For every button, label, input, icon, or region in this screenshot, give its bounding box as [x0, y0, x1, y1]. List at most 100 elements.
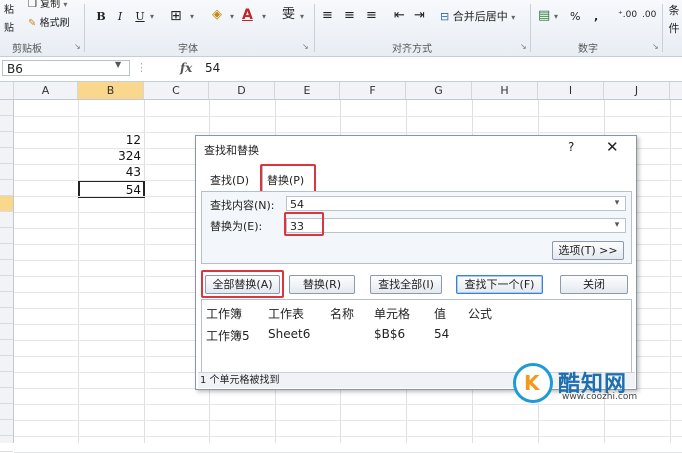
- cell-b5[interactable]: 43: [79, 164, 143, 180]
- align-center-icon[interactable]: ≡: [344, 7, 355, 25]
- row-header[interactable]: [0, 388, 13, 404]
- fill-color-icon[interactable]: ◈: [212, 6, 222, 24]
- format-painter-button[interactable]: ✎ 格式刷: [28, 15, 70, 33]
- row-header[interactable]: [0, 276, 13, 292]
- results-header-workbook[interactable]: 工作簿: [206, 305, 242, 322]
- font-color-icon[interactable]: A: [242, 6, 253, 24]
- paste-button[interactable]: 粘贴: [0, 2, 18, 34]
- row-header[interactable]: [0, 340, 13, 356]
- watermark-url: www.coozhi.com: [562, 392, 638, 402]
- number-launcher-icon[interactable]: ↘: [652, 42, 659, 51]
- row-header[interactable]: [0, 164, 13, 180]
- brush-icon: ✎: [28, 18, 37, 29]
- select-all-corner[interactable]: [0, 82, 14, 99]
- border-icon[interactable]: ⊞: [170, 7, 182, 25]
- align-left-icon[interactable]: ≡: [322, 7, 333, 25]
- font-color-dropdown-icon[interactable]: ▾: [262, 8, 266, 26]
- find-all-button[interactable]: 查找全部(I): [370, 275, 442, 294]
- replace-input[interactable]: 33: [286, 218, 626, 233]
- row-header[interactable]: [0, 324, 13, 340]
- row-header[interactable]: [0, 116, 13, 132]
- results-header-name[interactable]: 名称: [330, 305, 354, 322]
- cell-b4[interactable]: 324: [79, 148, 143, 164]
- column-header-f[interactable]: F: [340, 82, 406, 99]
- row-header[interactable]: [0, 228, 13, 244]
- number-group-label: 数字: [578, 44, 598, 55]
- decrease-decimal-icon[interactable]: .00: [642, 6, 656, 24]
- results-header-sheet[interactable]: 工作表: [268, 305, 304, 322]
- row-header[interactable]: [0, 148, 13, 164]
- currency-icon[interactable]: ▤: [538, 7, 550, 25]
- find-dropdown-icon[interactable]: ▾: [610, 196, 624, 211]
- row-header[interactable]: [0, 212, 13, 228]
- underline-button[interactable]: U: [134, 8, 146, 26]
- gridline: [670, 100, 671, 443]
- cell-b3[interactable]: 12: [79, 132, 143, 148]
- row-header[interactable]: [0, 292, 13, 308]
- formula-bar-grip: ⋮: [136, 61, 147, 74]
- results-header-formula[interactable]: 公式: [468, 305, 492, 322]
- merge-center-button[interactable]: ⊟ 合并后居中 ▾: [440, 8, 515, 26]
- highlight-box: [284, 212, 324, 236]
- row-header[interactable]: [0, 244, 13, 260]
- formula-input[interactable]: 54: [205, 60, 220, 76]
- bold-button[interactable]: B: [94, 8, 108, 26]
- row-header[interactable]: [0, 100, 13, 116]
- results-header-value[interactable]: 值: [434, 305, 446, 322]
- find-input[interactable]: 54: [286, 196, 626, 211]
- merge-icon: ⊟: [440, 10, 450, 23]
- phonetic-icon[interactable]: 雯: [282, 6, 295, 24]
- row-header[interactable]: [0, 132, 13, 148]
- fill-dropdown-icon[interactable]: ▾: [230, 8, 234, 26]
- row-header[interactable]: [0, 372, 13, 388]
- options-button[interactable]: 选项(T) >>: [552, 241, 624, 260]
- comma-button[interactable]: ,: [594, 8, 598, 26]
- replace-button[interactable]: 替换(R): [289, 275, 355, 294]
- border-dropdown-icon[interactable]: ▾: [190, 8, 194, 26]
- clipboard-launcher-icon[interactable]: ↘: [74, 42, 81, 51]
- percent-button[interactable]: %: [570, 8, 580, 26]
- column-header-h[interactable]: H: [472, 82, 538, 99]
- results-header-cell[interactable]: 单元格: [374, 305, 410, 322]
- close-button[interactable]: 关闭: [560, 275, 628, 294]
- row-header[interactable]: [0, 308, 13, 324]
- clipboard-group-label: 剪贴板: [12, 44, 42, 55]
- column-header-j[interactable]: J: [604, 82, 670, 99]
- column-header-c[interactable]: C: [144, 82, 209, 99]
- phonetic-dropdown-icon[interactable]: ▾: [300, 8, 304, 26]
- column-header-e[interactable]: E: [275, 82, 340, 99]
- row-header[interactable]: [0, 196, 13, 212]
- underline-dropdown-icon[interactable]: ▾: [150, 8, 154, 26]
- alignment-launcher-icon[interactable]: ↘: [520, 42, 527, 51]
- ribbon-divider: [84, 4, 85, 52]
- row-header[interactable]: [0, 180, 13, 196]
- currency-dropdown-icon[interactable]: ▾: [554, 8, 558, 26]
- column-header-d[interactable]: D: [209, 82, 275, 99]
- font-launcher-icon[interactable]: ↘: [302, 42, 309, 51]
- align-right-icon[interactable]: ≡: [366, 7, 377, 25]
- fx-icon[interactable]: fx: [180, 61, 192, 75]
- help-icon[interactable]: ?: [568, 140, 574, 154]
- row-header[interactable]: [0, 404, 13, 420]
- highlight-box: [201, 270, 284, 298]
- row-header[interactable]: [0, 420, 13, 436]
- italic-button[interactable]: I: [114, 8, 126, 26]
- increase-decimal-icon[interactable]: ⁺.00: [618, 6, 637, 24]
- copy-button[interactable]: ❐ 复制 ▾: [28, 0, 67, 14]
- conditional-format-button[interactable]: 条件: [666, 2, 682, 35]
- decrease-indent-icon[interactable]: ⇤: [394, 7, 405, 25]
- name-box[interactable]: B6: [2, 60, 130, 76]
- column-header-g[interactable]: G: [406, 82, 472, 99]
- name-box-dropdown-icon[interactable]: ▼: [115, 60, 121, 69]
- replace-dropdown-icon[interactable]: ▾: [610, 218, 624, 233]
- column-header-a[interactable]: A: [14, 82, 78, 99]
- row-header[interactable]: [0, 356, 13, 372]
- increase-indent-icon[interactable]: ⇥: [414, 7, 425, 25]
- close-icon[interactable]: ✕: [606, 138, 619, 156]
- row-header[interactable]: [0, 260, 13, 276]
- column-header-i[interactable]: I: [538, 82, 604, 99]
- row-header[interactable]: [0, 436, 13, 452]
- find-next-button[interactable]: 查找下一个(F): [456, 275, 543, 294]
- tab-find[interactable]: 查找(D): [206, 171, 256, 191]
- column-header-b[interactable]: B: [78, 82, 144, 99]
